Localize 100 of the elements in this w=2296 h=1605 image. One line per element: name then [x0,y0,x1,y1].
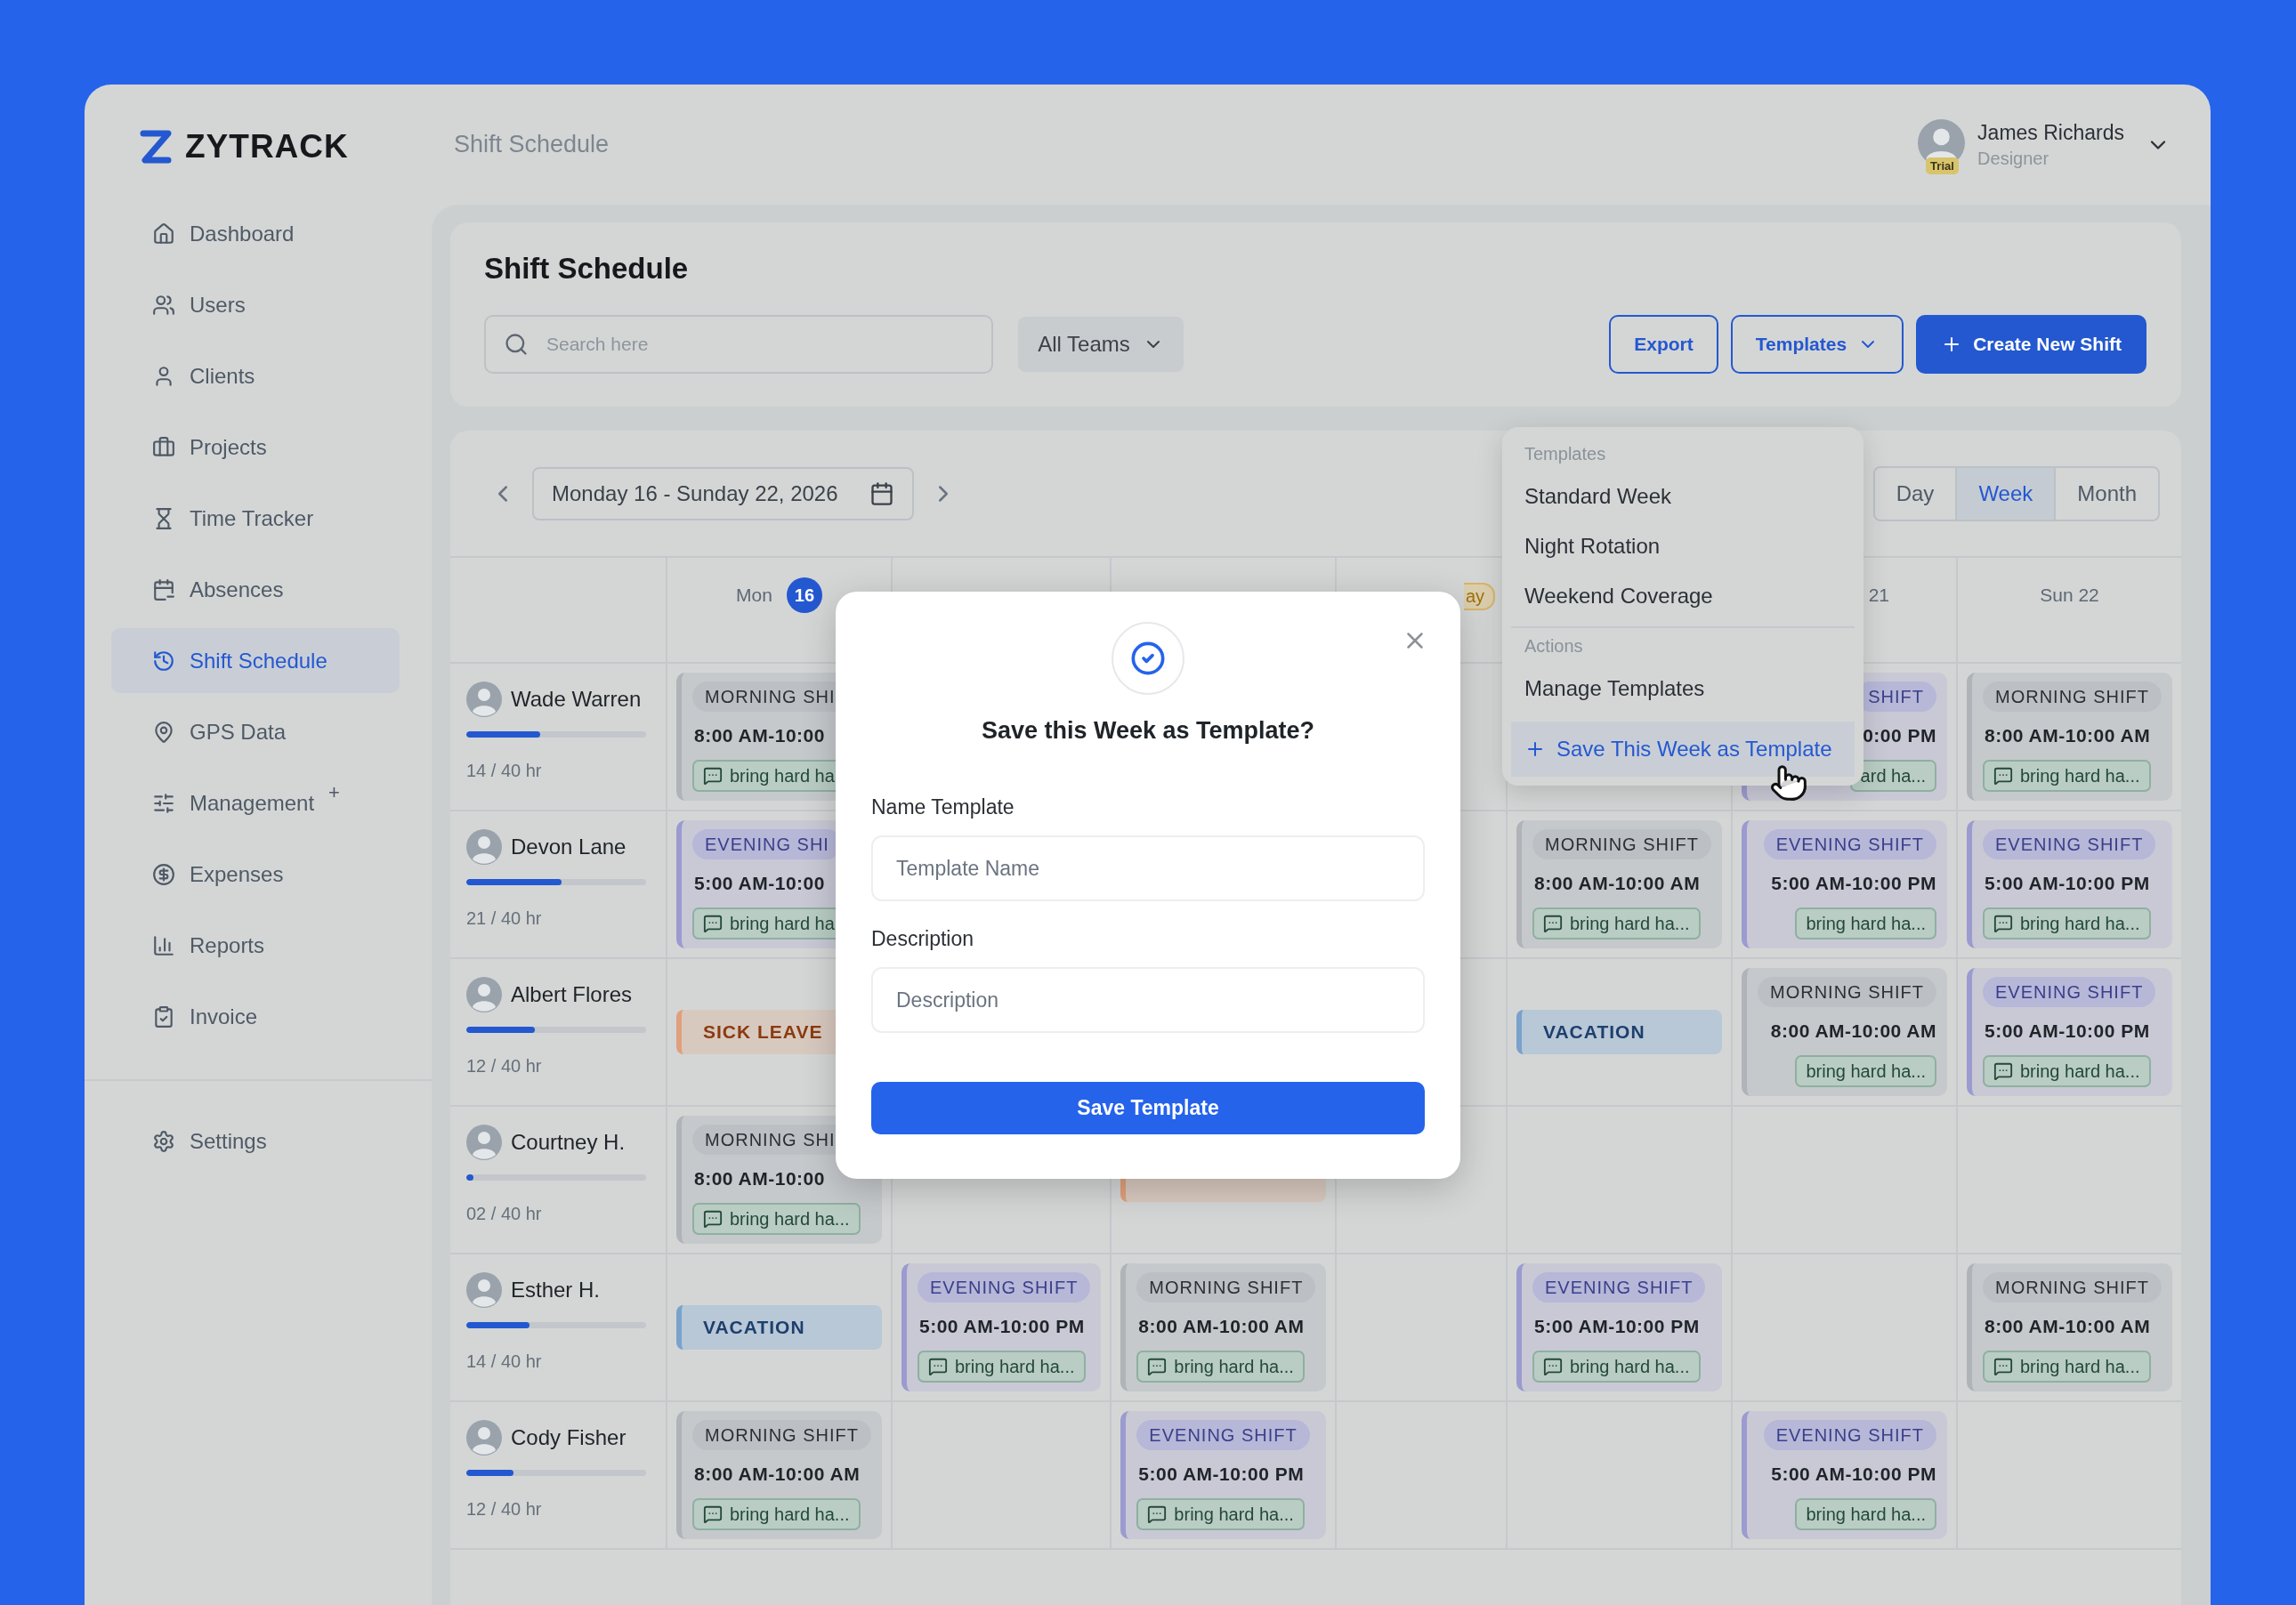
calendar-cell[interactable]: MORNING SHIFT 8:00 AM-10:00 AM bring hard ha... [1506,811,1731,959]
shift-time: 8:00 AM-10:00 AM [1984,1316,2151,1337]
shift-card[interactable]: EVENING SHIFT 5:00 AM-10:00 PM bring hard ha... [1967,968,2172,1096]
menu-item[interactable]: Standard Week [1511,472,1855,521]
calendar-cell[interactable]: VACATION [666,1254,891,1402]
date-badge: 16 [786,577,822,613]
sidebar-item[interactable]: Reports [111,913,400,978]
user-role: Designer [1977,148,2050,169]
sidebar-item[interactable]: Absences [111,557,400,622]
sidebar-item[interactable]: Settings [111,1109,400,1174]
shift-time: 5:00 AM-10:00 PM [1533,1316,1700,1337]
calendar-cell[interactable]: EVENING SHIFT 5:00 AM-10:00 PM bring hard ha... [1731,811,1956,959]
shift-card[interactable]: MORNING SHIFT 8:00 AM-10:00 AM bring hard ha... [1120,1263,1327,1391]
input-field[interactable]: Template Name [871,835,1425,901]
view-tab[interactable]: Month [2054,467,2158,520]
calendar-cell[interactable]: EVENING SHIFT 5:00 AM-10:00 PM bring hard ha... [891,1254,1111,1402]
shift-card[interactable]: MORNING SHIFT 8:00 AM-10:00 AM bring hard ha... [1516,820,1722,948]
note-text: bring hard ha... [955,1356,1075,1377]
vacation-block[interactable]: VACATION [676,1305,882,1350]
calendar-cell[interactable]: MORNING SHIFT 8:00 AM-10:00 AM bring hard ha... [1110,1254,1336,1402]
sliders-icon [152,791,175,815]
settings-icon [152,1129,175,1153]
menu-item[interactable]: Weekend Coverage [1511,571,1855,621]
day-label: 21 [1868,585,1889,606]
note-text: bring hard ha... [2020,913,2140,934]
menu-section-title: Templates [1524,442,1607,465]
calendar-cell[interactable]: EVENING SHIFT 5:00 AM-10:00 PM bring hard ha... [1110,1402,1336,1550]
shift-card[interactable]: EVENING SHIFT 5:00 AM-10:00 PM bring hard ha... [1120,1411,1327,1539]
sidebar-item[interactable]: GPS Data [111,699,400,764]
sidebar-item[interactable]: Invoice [111,984,400,1049]
shift-card[interactable]: MORNING SHIFT 8:00 AM-10:00 AM bring hard ha... [1967,1263,2172,1391]
sidebar-item[interactable]: Users [111,272,400,337]
sidebar-label: Dashboard [190,221,295,246]
employee-name: Courtney H. [511,1130,626,1155]
shift-card[interactable]: EVENING SHIFT 5:00 AM-10:00 PM bring hard ha... [901,1263,1102,1391]
shift-card[interactable]: EVENING SHIFT 5:00 AM-10:00 PM bring hard ha... [1742,1411,1947,1539]
sidebar-item[interactable]: Management + [111,770,400,835]
sidebar-item[interactable]: Shift Schedule [111,628,400,693]
shift-card[interactable]: MORNING SHIFT 8:00 AM-10:00 AM bring hard ha... [1967,673,2172,801]
shift-card[interactable]: EVENING SHIFT 5:00 AM-10:00 PM bring hard ha... [1967,820,2172,948]
calendar-cell[interactable]: EVENING SHIFT 5:00 AM-10:00 PM bring hard ha... [1506,1254,1731,1402]
note-text: bring hard ha... [2020,1356,2140,1377]
shift-time: 8:00 AM-10:00 AM [1137,1316,1305,1337]
calendar-cell[interactable]: MORNING SHIFT 8:00 AM-10:00 AM bring hard ha... [1956,1254,2181,1402]
user-name: James Richards [1977,120,2124,145]
note-text: ard ha... [1860,765,1926,786]
view-tab[interactable]: Week [1955,467,2055,520]
comment-icon [703,766,723,786]
calendar-cell[interactable]: MORNING SHIFT 8:00 AM-10:00 AM bring hard ha... [666,1402,891,1550]
shift-card[interactable]: EVENING SHIFT 5:00 AM-10:00 PM bring hard ha... [1516,1263,1722,1391]
plus-label: + [328,781,340,804]
shift-time: 5:00 AM-10:00 PM [1137,1464,1305,1485]
calendar-cell[interactable]: EVENING SHIFT 5:00 AM-10:00 PM bring hard ha... [1956,959,2181,1107]
create-shift-button[interactable]: Create New Shift [1916,315,2146,374]
map-pin-icon [152,720,175,744]
shift-label: MORNING SHIFT [692,1420,871,1450]
shift-card[interactable]: MORNING SHIFT 8:00 AM-10:00 AM bring hard ha... [1742,968,1947,1096]
templates-button[interactable]: Templates [1730,315,1904,374]
menu-item[interactable]: Save This Week as Template [1511,722,1855,777]
sidebar-item[interactable]: Projects [111,415,400,480]
shift-label: EVENING SHIFT [918,1272,1091,1303]
comment-icon [1993,1061,2013,1081]
date-range-picker[interactable]: Monday 16 - Sunday 22, 2026 [532,466,914,520]
shift-label: EVENING SHIFT [1983,977,2156,1007]
shift-label: EVENING SHIFT [1763,1420,1936,1450]
export-button[interactable]: Export [1609,315,1718,374]
calendar-cell[interactable]: VACATION [1506,959,1731,1107]
calendar-cell[interactable]: MORNING SHIFT 8:00 AM-10:00 AM bring hard ha... [1956,664,2181,811]
avatar-icon [466,829,502,865]
shift-label: MORNING SHIFT [1983,682,2162,712]
calendar-cell[interactable]: EVENING SHIFT 5:00 AM-10:00 PM bring hard ha... [1956,811,2181,959]
input-field[interactable]: Description [871,967,1425,1033]
note-text: bring hard ha [730,765,835,786]
sidebar-item[interactable]: Dashboard [111,201,400,266]
comment-icon [1993,914,2013,933]
avatar-icon [466,1272,502,1308]
sidebar-item[interactable]: Clients [111,343,400,408]
vacation-block[interactable]: VACATION [1516,1010,1722,1054]
menu-item[interactable]: Night Rotation [1511,521,1855,571]
menu-item[interactable]: Manage Templates [1511,664,1855,714]
view-tab[interactable]: Day [1874,467,1956,520]
comment-icon [1543,914,1563,933]
shift-card[interactable]: EVENING SHIFT 5:00 AM-10:00 PM bring hard ha... [1742,820,1947,948]
team-filter-dropdown[interactable]: All Teams [1018,317,1184,372]
comment-icon [928,1357,948,1376]
comment-icon [1147,1357,1168,1376]
sidebar-item[interactable]: Expenses [111,842,400,907]
calendar-cell[interactable]: EVENING SHIFT 5:00 AM-10:00 PM bring hard ha... [1731,1402,1956,1550]
hours-count: 21 / 40 hr [466,908,543,929]
shift-label: MORNING SHIFT [1532,829,1711,859]
shift-label: MORNING SHIFT [1758,977,1936,1007]
sidebar-item[interactable]: Time Tracker [111,486,400,551]
search-field[interactable]: Search here [484,315,993,374]
shift-label: EVENING SHIFT [1532,1272,1706,1303]
save-template-button[interactable]: Save Template [871,1082,1425,1134]
calendar-cell[interactable]: MORNING SHIFT 8:00 AM-10:00 AM bring hard ha... [1731,959,1956,1107]
avatar-icon [466,977,502,1012]
shift-card[interactable]: MORNING SHIFT 8:00 AM-10:00 AM bring hard ha... [676,1411,882,1539]
avatar-icon [466,682,502,717]
chart-icon [152,933,175,957]
